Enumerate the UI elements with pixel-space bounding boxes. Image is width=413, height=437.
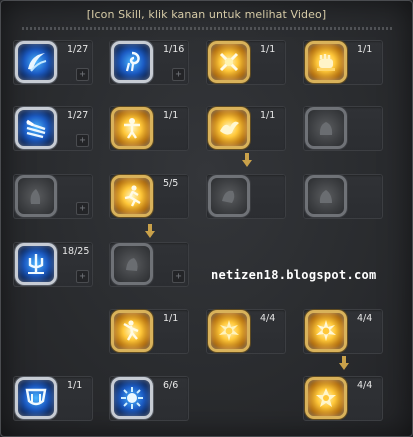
skill-slot-r1c3[interactable]: 1/1 [206,40,286,85]
skill-slot-r4c1[interactable]: 18/25 + [13,242,93,287]
skill-level: 1/16 [163,44,185,55]
skill-plus-button[interactable]: + [76,134,89,147]
skill-slot-r1c1[interactable]: 1/27 + [13,40,93,85]
blue-triple-slash-icon[interactable] [15,107,57,149]
watermark-text: netizen18.blogspot.com [211,268,377,282]
skill-slot-r2c3[interactable]: 1/1 [206,106,286,151]
skill-level: 4/4 [260,313,276,324]
skill-slot-r6c1[interactable]: 1/1 [13,376,93,421]
skill-level: 6/6 [163,380,179,391]
gray-locked-icon[interactable] [208,175,250,217]
skill-level: 1/27 [67,44,89,55]
gold-mp-star-icon[interactable] [305,377,347,419]
gray-locked-icon[interactable] [305,175,347,217]
skill-slot-r3c2[interactable]: 5/5 [109,174,189,219]
skill-slot-r4c2[interactable]: + [109,242,189,287]
skill-plus-button[interactable]: + [76,68,89,81]
skill-tree-header: [Icon Skill, klik kanan untuk melihat Vi… [86,8,327,21]
gold-cross-strike-icon[interactable] [208,41,250,83]
skill-slot-r6c2[interactable]: 6/6 [109,376,189,421]
skill-plus-button[interactable]: + [172,270,185,283]
gray-locked-icon[interactable] [305,107,347,149]
skill-slot-r5c4[interactable]: 4/4 [303,309,383,354]
blue-shield-icon[interactable] [15,377,57,419]
blue-trident-icon[interactable] [15,243,57,285]
skill-plus-button[interactable]: + [76,270,89,283]
gold-bird-icon[interactable] [208,107,250,149]
gold-hp-burst-icon[interactable] [208,310,250,352]
skill-level: 4/4 [357,380,373,391]
skill-slot-r2c2[interactable]: 1/1 [109,106,189,151]
skill-slot-r2c1[interactable]: 1/27 + [13,106,93,151]
skill-slot-r1c2[interactable]: 1/16 + [109,40,189,85]
skill-slot-r3c4[interactable] [303,174,383,219]
down-arrow-icon [242,153,252,167]
skill-slot-r3c3[interactable] [206,174,286,219]
gold-fist-icon[interactable] [305,41,347,83]
gold-mp-burst-icon[interactable] [305,310,347,352]
skill-slot-r2c4[interactable] [303,106,383,151]
skill-level: 1/1 [67,380,83,391]
skill-level: 1/1 [163,313,179,324]
skill-slot-r5c3[interactable]: 4/4 [206,309,286,354]
blue-crescent-slash-icon[interactable] [15,41,57,83]
gray-locked-icon[interactable] [15,175,57,217]
blue-radiance-icon[interactable] [111,377,153,419]
gray-locked-icon[interactable] [111,243,153,285]
skill-level: 4/4 [357,313,373,324]
gold-runner-icon[interactable] [111,175,153,217]
blue-spiral-icon[interactable] [111,41,153,83]
skill-slot-r3c1[interactable]: + [13,174,93,219]
skill-level: 1/1 [260,110,276,121]
skill-level: 5/5 [163,178,179,189]
down-arrow-icon [339,356,349,370]
gold-dancer-icon[interactable] [111,310,153,352]
skill-level: 1/1 [357,44,373,55]
skill-level: 1/27 [67,110,89,121]
skill-level: 1/1 [163,110,179,121]
skill-plus-button[interactable]: + [172,68,185,81]
header-divider [22,27,392,30]
down-arrow-icon [145,224,155,238]
skill-slot-r1c4[interactable]: 1/1 [303,40,383,85]
skill-slot-r5c2[interactable]: 1/1 [109,309,189,354]
skill-plus-button[interactable]: + [76,202,89,215]
skill-level: 1/1 [260,44,276,55]
gold-figure-icon[interactable] [111,107,153,149]
skill-slot-r6c4[interactable]: 4/4 [303,376,383,421]
skill-level: 18/25 [62,246,90,257]
